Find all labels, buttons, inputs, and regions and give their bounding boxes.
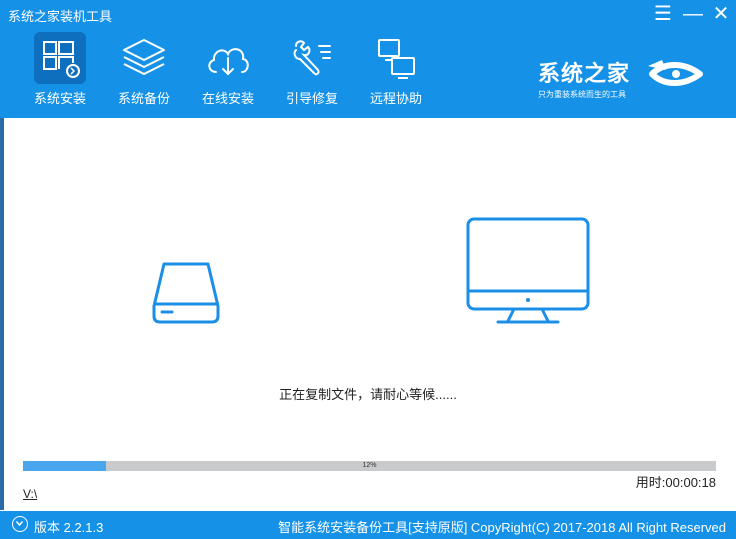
target-path-link[interactable]: V:\: [23, 487, 37, 501]
nav-item-system-install[interactable]: 系统安装: [18, 30, 102, 110]
nav-item-boot-repair[interactable]: 引导修复: [270, 30, 354, 110]
cloud-download-icon: [202, 32, 254, 84]
remote-assist-icon: [370, 32, 422, 84]
tools-repair-icon: [286, 32, 338, 84]
minimize-button[interactable]: —: [682, 4, 704, 24]
brand: 系统之家 只为重装系统而生的工具: [538, 56, 630, 100]
hard-drive-icon: [150, 258, 222, 326]
nav-item-remote-assist[interactable]: 远程协助: [354, 30, 438, 110]
nav-label-remote-assist: 远程协助: [369, 91, 422, 106]
installer-window: 系统之家装机工具 ☰ — ✕ 系统安装 系统备份 在线安装 引导修复 远程协助 …: [0, 0, 736, 539]
brand-logo-icon: [644, 56, 708, 97]
progress-percent-label: 12%: [362, 462, 377, 469]
footer-bar: 版本 2.2.1.3 智能系统安装备份工具[支持原版] CopyRight(C)…: [0, 511, 736, 539]
nav-label-boot-repair: 引导修复: [285, 91, 338, 106]
version-chevron-icon[interactable]: [12, 516, 28, 532]
nav-label-online-install: 在线安装: [201, 91, 254, 106]
status-message: 正在复制文件，请耐心等候......: [279, 387, 457, 402]
left-edge-strip: [0, 118, 4, 510]
elapsed-time: 用时:00:00:18: [635, 475, 716, 490]
monitor-icon: [464, 215, 592, 325]
nav-label-system-backup: 系统备份: [117, 91, 170, 106]
nav-item-system-backup[interactable]: 系统备份: [102, 30, 186, 110]
brand-slogan: 只为重装系统而生的工具: [538, 90, 626, 99]
nav-label-system-install: 系统安装: [33, 91, 86, 106]
copyright-text: 智能系统安装备份工具[支持原版] CopyRight(C) 2017-2018 …: [278, 520, 726, 535]
brand-name: 系统之家: [538, 61, 631, 86]
window-title: 系统之家装机工具: [8, 9, 113, 24]
nav-item-online-install[interactable]: 在线安装: [186, 30, 270, 110]
layers-backup-icon: [118, 32, 170, 84]
progress-bar: 12%: [23, 461, 716, 471]
version-label: 版本 2.2.1.3: [34, 520, 104, 535]
menu-icon[interactable]: ☰: [652, 4, 674, 24]
close-button[interactable]: ✕: [710, 4, 732, 24]
windows-install-icon: [34, 32, 86, 84]
header-bar: 系统之家装机工具 ☰ — ✕ 系统安装 系统备份 在线安装 引导修复 远程协助 …: [0, 0, 736, 118]
